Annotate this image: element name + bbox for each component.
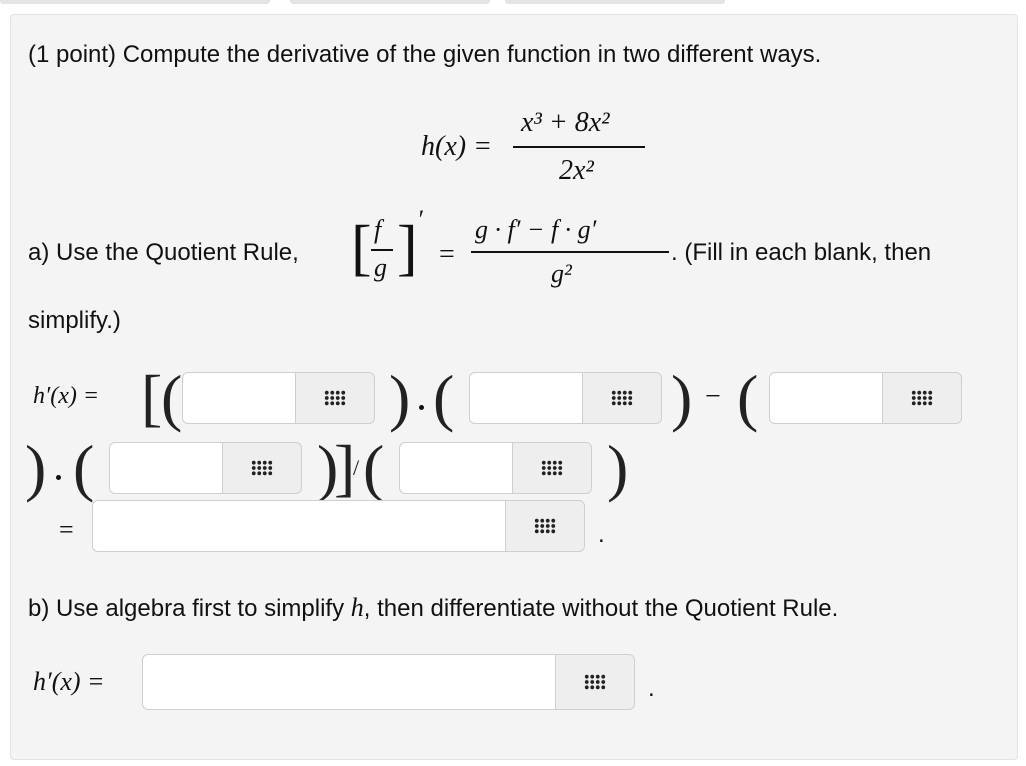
blank-1-input[interactable] bbox=[182, 372, 296, 424]
rule-bracket-right: ] bbox=[397, 214, 418, 282]
paren-close-2: ) bbox=[671, 362, 693, 433]
rule-numerator: g · f′ − f · g′ bbox=[475, 215, 597, 244]
paren-open-3: ( bbox=[737, 362, 759, 433]
palette-button-1[interactable] bbox=[295, 372, 375, 424]
palette-button-3[interactable] bbox=[882, 372, 962, 424]
part-b-answer-input[interactable] bbox=[142, 654, 556, 710]
period-a: . bbox=[598, 521, 605, 548]
rule-f: f bbox=[374, 215, 382, 244]
paren-close-1: ) bbox=[389, 362, 411, 433]
multiply-dot-2 bbox=[56, 475, 61, 480]
palette-button-2[interactable] bbox=[582, 372, 662, 424]
big-bracket-left: [ bbox=[141, 362, 163, 433]
hprime-label-b: h′(x) = bbox=[33, 667, 105, 696]
paren-open-4: ( bbox=[73, 432, 95, 503]
part-b-var: h bbox=[350, 593, 364, 622]
rule-g: g bbox=[374, 253, 387, 282]
equation-editor-grid-icon bbox=[611, 390, 633, 406]
rule-bracket-left: [ bbox=[351, 214, 372, 282]
problem-statement: (1 point) Compute the derivative of the … bbox=[28, 41, 821, 69]
problem-card: (1 point) Compute the derivative of the … bbox=[10, 14, 1018, 760]
hprime-label-a: h′(x) = bbox=[33, 383, 100, 409]
function-lhs: h(x) = bbox=[421, 131, 492, 162]
rule-prime: ′ bbox=[417, 205, 423, 234]
divide-slash: / bbox=[353, 455, 360, 480]
period-b: . bbox=[648, 675, 655, 702]
palette-button-6[interactable] bbox=[505, 500, 585, 552]
equation-editor-grid-icon bbox=[911, 390, 933, 406]
paren-close-3: ) bbox=[25, 432, 47, 503]
function-fraction-bar bbox=[513, 146, 645, 148]
tab-strip-3 bbox=[505, 0, 725, 4]
equation-editor-grid-icon bbox=[251, 460, 273, 476]
blank-4-input[interactable] bbox=[109, 442, 223, 494]
function-numerator: x³ + 8x² bbox=[521, 107, 610, 138]
rule-small-bar bbox=[371, 249, 393, 251]
blank-3-input[interactable] bbox=[769, 372, 883, 424]
equation-editor-grid-icon bbox=[541, 460, 563, 476]
equation-editor-grid-icon bbox=[534, 518, 556, 534]
paren-open-2: ( bbox=[433, 362, 455, 433]
part-a-suffix: . (Fill in each blank, then bbox=[671, 239, 932, 266]
part-a-suffix-line2: simplify.) bbox=[28, 307, 121, 334]
palette-button-7[interactable] bbox=[555, 654, 635, 710]
equation-editor-grid-icon bbox=[324, 390, 346, 406]
statement-text: Compute the derivative of the given func… bbox=[122, 41, 822, 68]
blank-2-input[interactable] bbox=[469, 372, 583, 424]
part-b-suffix: , then differentiate without the Quotien… bbox=[363, 595, 839, 622]
rule-fraction-bar bbox=[471, 251, 669, 253]
simplified-answer-input[interactable] bbox=[92, 500, 506, 552]
equals-a: = bbox=[59, 515, 74, 544]
function-denominator: 2x² bbox=[559, 155, 594, 186]
top-tabs bbox=[0, 0, 1026, 8]
equation-editor-grid-icon bbox=[584, 674, 606, 690]
tab-strip-2 bbox=[290, 0, 490, 4]
paren-close-5: ) bbox=[607, 432, 629, 503]
blank-5-input[interactable] bbox=[399, 442, 513, 494]
multiply-dot-1 bbox=[419, 405, 424, 410]
tab-strip-1 bbox=[0, 0, 270, 4]
minus-sign: − bbox=[705, 381, 721, 412]
paren-open-5: ( bbox=[363, 432, 385, 503]
paren-open-1: ( bbox=[161, 362, 183, 433]
part-b-text: b) Use algebra first to simplify h, then… bbox=[28, 593, 838, 623]
rule-equals: = bbox=[439, 239, 455, 270]
palette-button-5[interactable] bbox=[512, 442, 592, 494]
palette-button-4[interactable] bbox=[222, 442, 302, 494]
rule-denominator: g² bbox=[551, 259, 572, 288]
part-a-prefix: a) Use the Quotient Rule, bbox=[28, 239, 299, 266]
part-b-prefix: b) Use algebra first to simplify bbox=[28, 595, 345, 622]
points-label: (1 point) bbox=[28, 41, 117, 68]
